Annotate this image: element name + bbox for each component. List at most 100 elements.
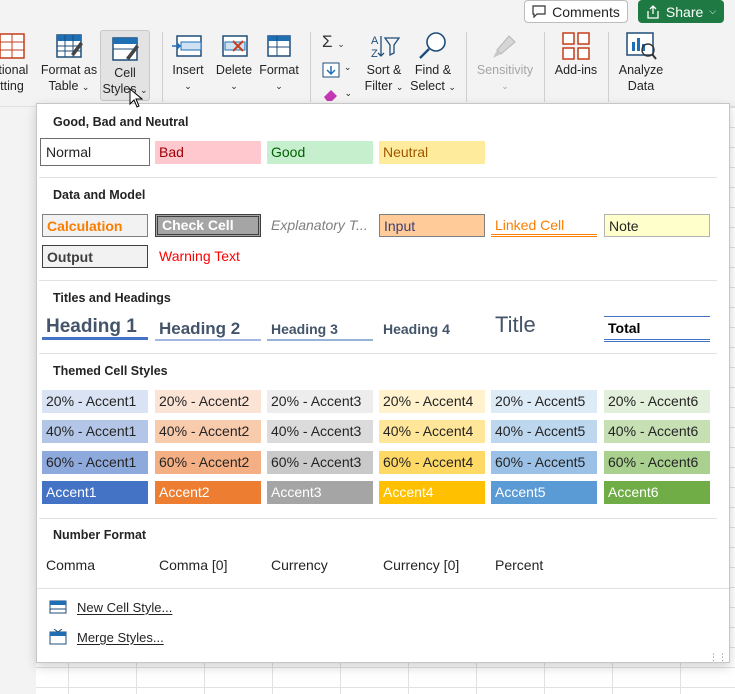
section-divider <box>39 518 717 519</box>
fill-button[interactable]: ⌄ <box>322 62 351 81</box>
find-select-button[interactable]: Find & Select ⌄ <box>408 30 458 95</box>
resize-grip-icon[interactable]: ⋮⋮ <box>709 653 727 662</box>
style-row40-accent1[interactable]: 40% - Accent1 <box>42 420 148 443</box>
chevron-down-icon: ⌄ <box>81 82 90 92</box>
sort-filter-button[interactable]: A Z Sort & Filter ⌄ <box>360 30 408 95</box>
svg-text:Z: Z <box>371 48 378 60</box>
style-normal[interactable]: Normal <box>40 138 150 166</box>
style-row40-accent3[interactable]: 40% - Accent3 <box>267 420 373 443</box>
eraser-icon <box>324 90 337 101</box>
new-cell-style-icon <box>49 600 67 614</box>
style-note[interactable]: Note <box>604 214 710 237</box>
style-row40-accent4[interactable]: 40% - Accent4 <box>379 420 485 443</box>
share-button[interactable]: Share ⌵ <box>638 0 724 23</box>
style-row60-accent4[interactable]: 60% - Accent4 <box>379 451 485 474</box>
delete-cells-icon <box>222 35 248 57</box>
comments-button[interactable]: Comments <box>524 0 628 23</box>
style-row20-accent3[interactable]: 20% - Accent3 <box>267 390 373 413</box>
section-divider <box>37 588 729 589</box>
comments-label: Comments <box>552 3 620 20</box>
style-row60-accent6[interactable]: 60% - Accent6 <box>604 451 710 474</box>
style-calculation[interactable]: Calculation <box>42 214 148 237</box>
fill-down-icon <box>322 62 340 78</box>
ribbon-separator <box>608 32 609 102</box>
style-accent-accent5[interactable]: Accent5 <box>491 481 597 504</box>
style-neutral[interactable]: Neutral <box>379 141 485 164</box>
style-row40-accent5[interactable]: 40% - Accent5 <box>491 420 597 443</box>
style-accent-accent2[interactable]: Accent2 <box>155 481 261 504</box>
style-explanatory-text[interactable]: Explanatory T... <box>267 214 373 237</box>
style-heading-3[interactable]: Heading 3 <box>267 318 373 341</box>
format-cells-icon <box>267 35 291 57</box>
svg-text:A: A <box>371 35 379 47</box>
cell-styles-icon <box>112 37 139 61</box>
analyze-data-icon <box>626 32 657 60</box>
style-row40-accent6[interactable]: 40% - Accent6 <box>604 420 710 443</box>
style-linked-cell[interactable]: Linked Cell <box>491 214 597 237</box>
style-currency-0[interactable]: Currency [0] <box>379 554 485 577</box>
style-output[interactable]: Output <box>42 245 148 268</box>
style-percent[interactable]: Percent <box>491 554 597 577</box>
style-total[interactable]: Total <box>604 316 710 342</box>
merge-styles-menu-item[interactable]: Merge Styles... <box>49 625 164 649</box>
style-accent-accent1[interactable]: Accent1 <box>42 481 148 504</box>
conditional-formatting-icon <box>0 33 25 59</box>
style-warning-text[interactable]: Warning Text <box>155 245 261 268</box>
style-heading-2[interactable]: Heading 2 <box>155 316 261 341</box>
style-accent-accent4[interactable]: Accent4 <box>379 481 485 504</box>
format-button[interactable]: Format ⌄ <box>257 30 301 94</box>
section-title-number-format: Number Format <box>53 528 147 542</box>
style-input[interactable]: Input <box>379 214 485 237</box>
ribbon-separator <box>466 32 467 102</box>
merge-styles-icon <box>49 629 67 645</box>
section-divider <box>39 353 717 354</box>
autosum-button[interactable]: Σ ⌄ <box>322 32 345 52</box>
style-accent-accent3[interactable]: Accent3 <box>267 481 373 504</box>
style-heading-1[interactable]: Heading 1 <box>42 314 148 340</box>
style-row20-accent2[interactable]: 20% - Accent2 <box>155 390 261 413</box>
style-row20-accent5[interactable]: 20% - Accent5 <box>491 390 597 413</box>
addins-button[interactable]: Add-ins <box>552 30 600 78</box>
style-good[interactable]: Good <box>267 141 373 164</box>
style-row20-accent4[interactable]: 20% - Accent4 <box>379 390 485 413</box>
cell-styles-gallery: Good, Bad and Neutral Normal Bad Good Ne… <box>36 103 730 663</box>
style-row20-accent1[interactable]: 20% - Accent1 <box>42 390 148 413</box>
analyze-data-button[interactable]: Analyze Data <box>614 30 668 94</box>
chevron-down-icon: ⌄ <box>448 82 456 92</box>
ribbon-separator <box>162 32 163 102</box>
chevron-down-icon: ⌄ <box>184 81 192 91</box>
title-bar: Comments Share ⌵ <box>0 0 735 26</box>
section-title-themed-cell-styles: Themed Cell Styles <box>53 364 168 378</box>
section-title-titles-headings: Titles and Headings <box>53 291 171 305</box>
section-title-data-model: Data and Model <box>53 188 146 202</box>
delete-button[interactable]: Delete ⌄ <box>212 30 256 94</box>
style-comma[interactable]: Comma <box>42 554 148 577</box>
share-icon <box>647 4 659 19</box>
style-currency[interactable]: Currency <box>267 554 373 577</box>
style-title[interactable]: Title <box>491 311 597 339</box>
chevron-down-icon: ⌄ <box>395 82 404 92</box>
style-row60-accent3[interactable]: 60% - Accent3 <box>267 451 373 474</box>
new-cell-style-menu-item[interactable]: New Cell Style... <box>49 595 172 619</box>
format-as-table-button[interactable]: Format as Table ⌄ <box>38 30 100 95</box>
sensitivity-button[interactable]: Sensitivity ⌄ <box>474 30 536 94</box>
conditional-formatting-button[interactable]: itional tting <box>0 30 34 94</box>
style-row40-accent2[interactable]: 40% - Accent2 <box>155 420 261 443</box>
sensitivity-icon <box>493 35 516 58</box>
insert-button[interactable]: Insert ⌄ <box>168 30 208 94</box>
chevron-down-icon[interactable]: ⌵ <box>709 6 716 17</box>
style-accent-accent6[interactable]: Accent6 <box>604 481 710 504</box>
ribbon: itional tting Format as Table ⌄ Cell Sty… <box>0 26 735 107</box>
style-bad[interactable]: Bad <box>155 141 261 164</box>
style-comma-0[interactable]: Comma [0] <box>155 554 261 577</box>
chevron-down-icon: ⌄ <box>501 81 509 91</box>
style-check-cell[interactable]: Check Cell <box>155 214 261 237</box>
style-row60-accent1[interactable]: 60% - Accent1 <box>42 451 148 474</box>
style-row60-accent5[interactable]: 60% - Accent5 <box>491 451 597 474</box>
ribbon-separator <box>544 32 545 102</box>
sort-filter-icon: A Z <box>371 35 401 60</box>
style-row60-accent2[interactable]: 60% - Accent2 <box>155 451 261 474</box>
addins-icon <box>562 32 590 60</box>
style-heading-4[interactable]: Heading 4 <box>379 318 485 341</box>
style-row20-accent6[interactable]: 20% - Accent6 <box>604 390 710 413</box>
